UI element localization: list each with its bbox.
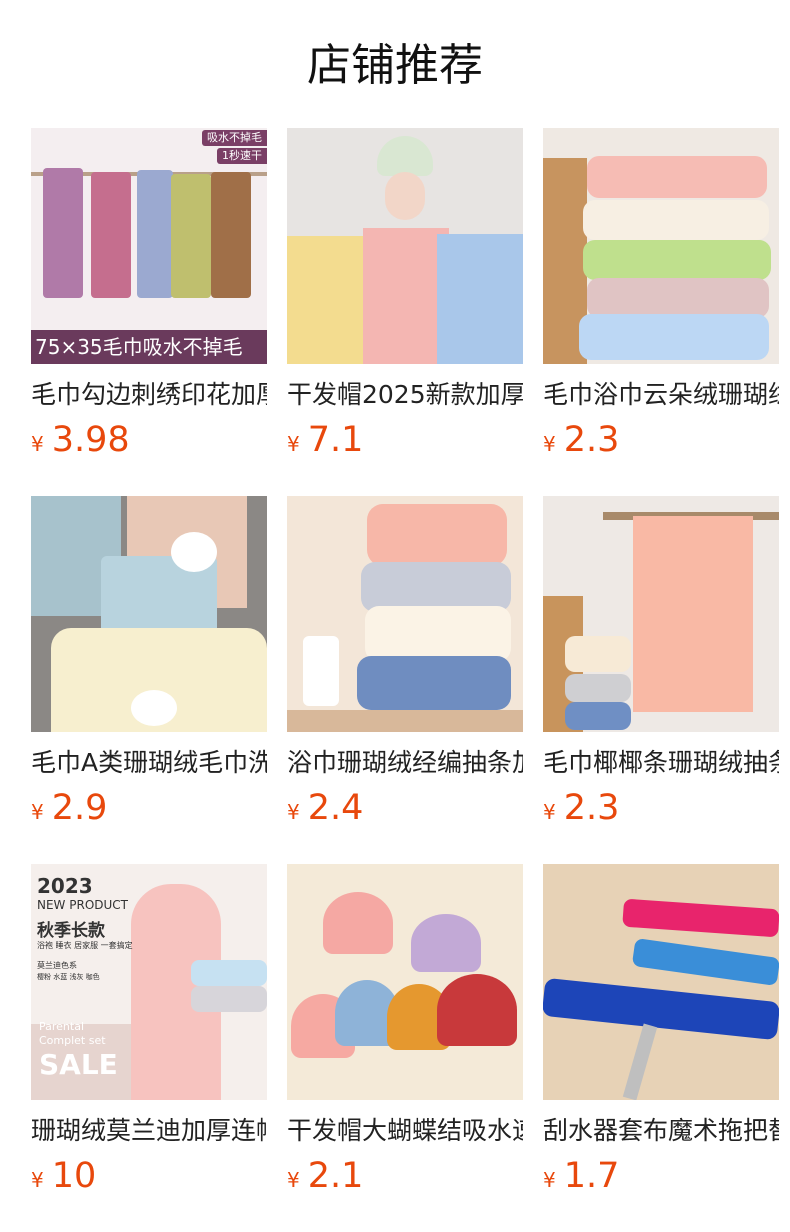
currency-symbol: ¥ [287,432,300,456]
product-card[interactable]: 干发帽2025新款加厚吸水速干 ¥ 7.1 [287,128,523,496]
price-row: ¥ 2.9 [31,788,267,828]
image-badge: 吸水不掉毛 [202,130,267,146]
image-subtext: 浴袍 睡衣 居家服 一套搞定 [37,941,133,950]
product-price: 2.1 [307,1156,364,1196]
product-name[interactable]: 毛巾A类珊瑚绒毛巾洗脸 [31,746,267,780]
product-name[interactable]: 珊瑚绒莫兰迪加厚连帽睡袍 [31,1114,267,1148]
price-row: ¥ 2.4 [287,788,523,828]
image-tagline: NEW PRODUCT [37,898,128,912]
product-image[interactable] [31,496,267,732]
product-price: 2.3 [563,788,620,828]
product-image[interactable] [287,496,523,732]
image-banner: 75×35毛巾吸水不掉毛 [31,330,267,364]
product-image[interactable]: 吸水不掉毛 1秒速干 75×35毛巾吸水不掉毛 [31,128,267,364]
product-price: 3.98 [51,420,130,460]
product-card[interactable]: 吸水不掉毛 1秒速干 75×35毛巾吸水不掉毛 毛巾勾边刺绣印花加厚吸水不掉毛 … [31,128,267,496]
product-name[interactable]: 干发帽2025新款加厚吸水速干 [287,378,523,412]
product-name[interactable]: 干发帽大蝴蝶结吸水速干 [287,1114,523,1148]
product-name[interactable]: 刮水器套布魔术拖把替换布 [543,1114,779,1148]
product-image[interactable] [543,128,779,364]
product-card[interactable]: 毛巾椰椰条珊瑚绒抽条毛巾 ¥ 2.3 [543,496,779,864]
price-row: ¥ 1.7 [543,1156,779,1196]
currency-symbol: ¥ [31,432,44,456]
image-sale: SALE [39,1048,118,1081]
price-row: ¥ 2.3 [543,788,779,828]
image-subtext: Complet set [39,1034,106,1047]
image-year: 2023 [37,874,93,898]
product-name[interactable]: 毛巾浴巾云朵绒珊瑚绒加厚 [543,378,779,412]
product-image[interactable] [287,864,523,1100]
product-grid: 吸水不掉毛 1秒速干 75×35毛巾吸水不掉毛 毛巾勾边刺绣印花加厚吸水不掉毛 … [31,128,779,1232]
currency-symbol: ¥ [287,800,300,824]
price-row: ¥ 2.3 [543,420,779,460]
product-name[interactable]: 毛巾勾边刺绣印花加厚吸水不掉毛 [31,378,267,412]
product-name[interactable]: 毛巾椰椰条珊瑚绒抽条毛巾 [543,746,779,780]
currency-symbol: ¥ [543,800,556,824]
product-card[interactable]: 干发帽大蝴蝶结吸水速干 ¥ 2.1 [287,864,523,1232]
product-image[interactable] [287,128,523,364]
price-row: ¥ 3.98 [31,420,267,460]
product-price: 7.1 [307,420,364,460]
price-row: ¥ 2.1 [287,1156,523,1196]
currency-symbol: ¥ [287,1168,300,1192]
product-price: 2.3 [563,420,620,460]
product-price: 2.4 [307,788,364,828]
price-row: ¥ 10 [31,1156,267,1196]
currency-symbol: ¥ [31,800,44,824]
image-headline: 秋季长款 [37,921,105,941]
product-image[interactable] [543,496,779,732]
product-image[interactable] [543,864,779,1100]
image-subtext: 樱粉 水蓝 浅灰 咖色 [37,973,100,981]
product-card[interactable]: 2023 NEW PRODUCT 秋季长款 浴袍 睡衣 居家服 一套搞定 莫兰迪… [31,864,267,1232]
price-row: ¥ 7.1 [287,420,523,460]
product-price: 2.9 [51,788,108,828]
product-card[interactable]: 毛巾浴巾云朵绒珊瑚绒加厚 ¥ 2.3 [543,128,779,496]
image-subtext: Parental [39,1020,85,1033]
product-price: 10 [51,1156,97,1196]
image-subtext: 莫兰迪色系 [37,961,77,970]
product-card[interactable]: 浴巾珊瑚绒经编抽条加厚 ¥ 2.4 [287,496,523,864]
image-badge: 1秒速干 [217,148,267,164]
product-card[interactable]: 毛巾A类珊瑚绒毛巾洗脸 ¥ 2.9 [31,496,267,864]
section-title: 店铺推荐 [307,40,483,91]
product-image[interactable]: 2023 NEW PRODUCT 秋季长款 浴袍 睡衣 居家服 一套搞定 莫兰迪… [31,864,267,1100]
currency-symbol: ¥ [31,1168,44,1192]
currency-symbol: ¥ [543,432,556,456]
currency-symbol: ¥ [543,1168,556,1192]
product-name[interactable]: 浴巾珊瑚绒经编抽条加厚 [287,746,523,780]
product-card[interactable]: 刮水器套布魔术拖把替换布 ¥ 1.7 [543,864,779,1232]
product-price: 1.7 [563,1156,620,1196]
